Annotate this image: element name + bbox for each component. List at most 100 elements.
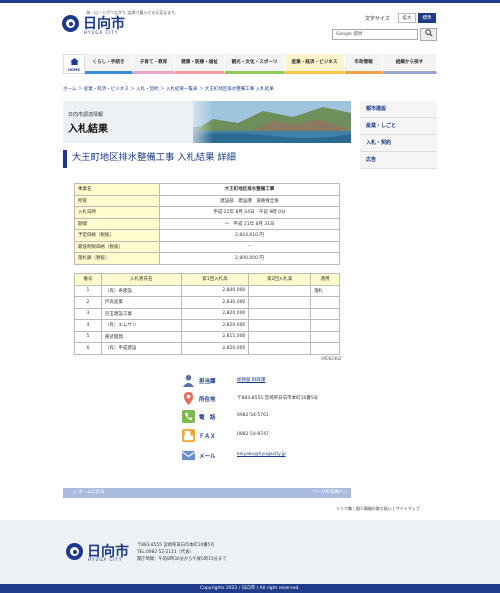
table-row: 落札額（税抜） 2,800,000 円 xyxy=(74,252,341,265)
gnav-home-label: HOME xyxy=(68,68,80,72)
coast-image xyxy=(193,101,351,143)
site-footer: 日向市 HYUGA CITY xyxy=(0,520,500,584)
footer-logo-icon xyxy=(66,543,83,560)
footer-hours-line: 開庁時間：午前8時30分から午後5時15分まで xyxy=(137,557,227,562)
table-row: 1 （有）寿建設 2,800,000 落札 xyxy=(74,284,340,297)
gnav-kosodate[interactable]: 子育て・教育 xyxy=(133,54,175,74)
cell-round2 xyxy=(248,319,312,332)
cell-round2 xyxy=(248,284,312,297)
page-code: 0906240Z xyxy=(321,356,342,361)
contact-row-tanto: 担当課 総務部 財政課 xyxy=(182,373,342,391)
cell-note xyxy=(310,319,340,332)
mail-link[interactable]: keiyaku@hyugacity.jp xyxy=(237,452,286,457)
cell-round1: 2,820,000 xyxy=(180,307,250,320)
global-navigation: HOME くらし・手続き 子育て・教育 健康・医療・福祉 観光・文化・スポーツ … xyxy=(63,54,437,74)
fax-value: 0982-54-8747 xyxy=(237,432,269,437)
info-value: 建設部 建設課 道路保全係 xyxy=(158,194,341,207)
gnav-kenko[interactable]: 健康・医療・福祉 xyxy=(175,54,225,74)
info-key: 最低制限価格（税抜） xyxy=(74,240,160,253)
gnav-shisei[interactable]: 市政情報 xyxy=(345,54,383,74)
address-value: 〒883-8555 宮崎県日向市本町10番5号 xyxy=(237,396,319,401)
col-header-no: 番号 xyxy=(74,273,102,286)
sidebar-item-sangyo[interactable]: 産業・しごと xyxy=(360,118,437,135)
info-key: 落札額（税抜） xyxy=(74,252,160,265)
info-key: 予定価格（税抜） xyxy=(74,229,160,242)
cell-note xyxy=(310,330,340,343)
cell-round2 xyxy=(248,307,312,320)
gnav-soshiki[interactable]: 組織から探す xyxy=(383,54,437,74)
contact-row-phone: 電 話 0982-54-5761 xyxy=(182,409,342,427)
phone-label: 電 話 xyxy=(199,415,216,421)
table-row: 5 東武開発 2,815,000 xyxy=(74,330,340,343)
gnav-home[interactable]: HOME xyxy=(63,54,85,74)
cell-no: 2 xyxy=(74,296,102,309)
col-header-note: 適用 xyxy=(310,273,340,286)
project-info-table: 事業名 大王町地区排水整備工事 所管 建設部 建設課 道路保全係 入札日時 平成 21… xyxy=(74,183,341,265)
cell-no: 1 xyxy=(74,284,102,297)
page-title: 大王町地区排水整備工事 入札結果 詳細 xyxy=(63,150,351,168)
tanto-label: 担当課 xyxy=(199,379,216,385)
col-header-bidder: 入札者氏名 xyxy=(100,273,182,286)
cell-bidder: 児玉建設工業 xyxy=(100,307,182,320)
info-value: ～ 平成 21年 8月 31日 xyxy=(158,217,341,230)
info-value: 2,843,610 円 xyxy=(158,229,341,242)
cell-round1: 2,820,000 xyxy=(180,342,250,355)
mail-label: メール xyxy=(199,454,216,460)
table-header-row: 番号 入札者氏名 第1回入札高 第2回入札高 適用 xyxy=(74,273,340,286)
person-icon xyxy=(182,374,195,387)
phone-icon xyxy=(182,410,195,423)
table-row: 入札日時 平成 21年 8月 24日 午前 9時 0分 xyxy=(74,206,341,219)
font-size-label: 文字サイズ xyxy=(365,16,390,22)
info-value: 平成 21年 8月 24日 午前 9時 0分 xyxy=(158,206,341,219)
tanto-link[interactable]: 総務部 財政課 xyxy=(237,377,265,383)
site-header: 海・山・人がつながり 笑顔で暮らせる元気なまち 日向市 HYUGA CITY 文… xyxy=(0,3,500,43)
bid-results-table: 番号 入札者氏名 第1回入札高 第2回入札高 適用 1 （有）寿建設 2,800,0… xyxy=(74,273,340,355)
cell-no: 5 xyxy=(74,330,102,343)
table-row: 事業名 大王町地区排水整備工事 xyxy=(74,183,341,196)
breadcrumb[interactable]: ホーム ＞ 産業・経済・ビジネス ＞ 入札・契約 ＞ 入札結果一覧表 ＞ 大王町… xyxy=(63,86,274,92)
sidebar-item-nyusatsu[interactable]: 入札・契約 xyxy=(360,135,437,152)
contact-row-mail: メール keiyaku@hyugacity.jp xyxy=(182,448,342,466)
sidebar-item-toshi[interactable]: 都市建設 xyxy=(360,101,437,118)
banner-title: 入札結果 xyxy=(68,124,108,135)
cell-note xyxy=(310,307,340,320)
cell-round1: 2,815,000 xyxy=(180,330,250,343)
info-key: 期間 xyxy=(74,217,160,230)
font-size-standard-button[interactable]: 標準 xyxy=(418,13,436,23)
category-banner: 日向市調達情報 入札結果 xyxy=(63,101,351,143)
table-row: 2 戸高産業 2,830,000 xyxy=(74,296,340,309)
fax-label: ＦＡＸ xyxy=(199,434,216,440)
font-size-large-button[interactable]: 拡大 xyxy=(398,13,416,23)
cell-bidder: 戸高産業 xyxy=(100,296,182,309)
footer-links[interactable]: リンク集 | 個人情報の取り扱い | サイトマップ xyxy=(336,506,420,512)
banner-subtitle: 日向市調達情報 xyxy=(68,112,104,118)
search-input[interactable]: Google 提供 xyxy=(332,29,418,40)
mail-icon xyxy=(182,450,195,461)
footer-logo-sub: HYUGA CITY xyxy=(88,557,123,562)
search-button[interactable] xyxy=(420,28,437,41)
cell-round2 xyxy=(248,296,312,309)
sidebar: 都市建設 産業・しごと 入札・契約 広告 xyxy=(360,101,437,169)
contact-row-address: 所在地 〒883-8555 宮崎県日向市本町10番5号 xyxy=(182,391,342,409)
cell-round1: 2,830,000 xyxy=(180,296,250,309)
page-top-link[interactable]: ページの先頭へ△ xyxy=(312,488,347,498)
gnav-kurashi[interactable]: くらし・手続き xyxy=(85,54,133,74)
sidebar-item-kokoku[interactable]: 広告 xyxy=(360,152,437,169)
copyright: Copyrights 2022 / 日向市 / All right reserv… xyxy=(0,584,500,593)
phone-value: 0982-54-5761 xyxy=(237,413,269,418)
gnav-kanko[interactable]: 観光・文化・スポーツ xyxy=(225,54,285,74)
table-row: 最低制限価格（税抜） -- xyxy=(74,240,341,253)
gnav-sangyo[interactable]: 産業・経済・ビジネス xyxy=(285,54,345,74)
footer-tel-line: TEL:0982-52-2111（代表） xyxy=(137,550,194,555)
info-value: 大王町地区排水整備工事 xyxy=(158,183,341,196)
cell-round1: 2,800,000 xyxy=(180,284,250,297)
cell-bidder: （有）平成建設 xyxy=(100,342,182,355)
location-pin-icon xyxy=(183,392,194,405)
cell-no: 4 xyxy=(74,319,102,332)
back-to-home-link[interactable]: △ ホームに戻る xyxy=(73,488,105,498)
site-logo-sub: HYUGA CITY xyxy=(84,30,119,35)
col-header-round2: 第2回入札高 xyxy=(248,273,312,286)
info-value: 2,800,000 円 xyxy=(158,252,341,265)
table-row: 所管 建設部 建設課 道路保全係 xyxy=(74,194,341,207)
city-logo-icon[interactable] xyxy=(62,15,79,32)
